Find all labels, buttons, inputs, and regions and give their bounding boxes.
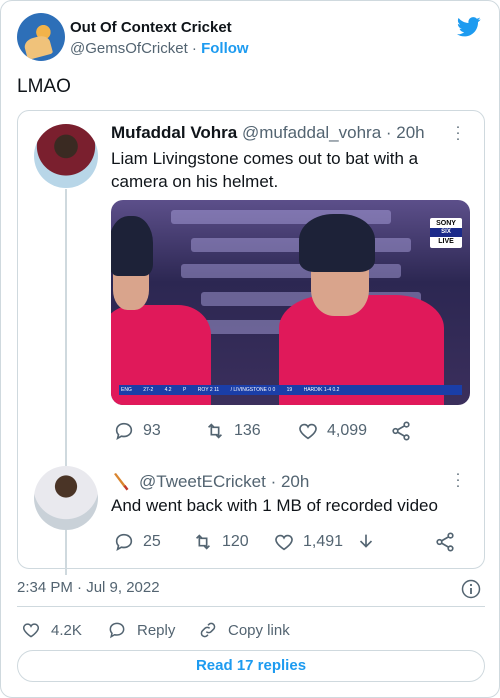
quote2-download-button[interactable] [355, 531, 377, 553]
score-bowler: HARDIK 1-4 0.2 [303, 387, 340, 393]
score-runs: 27-2 [143, 387, 154, 393]
score-batter2: / LIVINGSTONE 0 0 [230, 387, 276, 393]
retweet-count: 136 [234, 422, 261, 439]
like-count: 4,099 [327, 422, 368, 439]
like-icon [22, 623, 40, 638]
more-icon[interactable]: · · · [454, 119, 462, 146]
reply-icon [109, 622, 125, 639]
embedded-tweet-card: Out Of Context Cricket @GemsOfCricket · … [0, 0, 500, 698]
retweet-icon [207, 423, 223, 439]
quote1-reply-button[interactable]: 93 [113, 420, 161, 442]
like-count: 4.2K [51, 621, 82, 639]
reply-count: 93 [143, 422, 161, 439]
author-name[interactable]: Out Of Context Cricket [70, 19, 232, 36]
quote2-retweet-button[interactable]: 120 [192, 531, 249, 553]
tweet-text: LMAO [17, 76, 71, 97]
quote2-avatar[interactable] [34, 466, 98, 530]
avatar[interactable] [17, 13, 65, 61]
live-label: LIVE [438, 238, 454, 245]
tweet-header: Out Of Context Cricket @GemsOfCricket · … [17, 13, 485, 63]
info-icon[interactable] [461, 579, 481, 599]
retweet-icon [195, 534, 211, 550]
tweet-timestamp[interactable]: 2:34 PM · Jul 9, 2022 [17, 579, 160, 596]
twitter-bird-icon[interactable] [457, 17, 481, 37]
score-target: 19 [286, 387, 293, 393]
score-batter1: ROY 2 11 [197, 387, 220, 393]
broadcaster-logo: SONY SIX LIVE [430, 218, 462, 248]
quote1-text: Liam Livingstone comes out to bat with a… [111, 149, 419, 191]
follow-button[interactable]: Follow [201, 40, 249, 57]
like-icon [275, 534, 293, 551]
download-icon [359, 534, 373, 548]
share-icon [392, 421, 410, 441]
quoted-thread[interactable]: Mufaddal Vohra @mufaddal_vohra · 20h · · ·… [17, 110, 485, 575]
six-label: SIX [430, 228, 462, 237]
sony-label: SONY [436, 220, 456, 227]
quote2-text: And went back with 1 MB of recorded vide… [111, 496, 438, 515]
quote1-retweet-button[interactable]: 136 [204, 420, 261, 442]
reply-icon [115, 422, 133, 441]
read-replies-button[interactable]: Read 17 replies [17, 650, 485, 682]
separator: · [187, 40, 202, 57]
quote1-header: Mufaddal Vohra @mufaddal_vohra · 20h [111, 123, 425, 143]
like-count: 1,491 [303, 533, 344, 550]
author-handle[interactable]: @GemsOfCricket [70, 40, 188, 57]
link-icon [200, 622, 216, 638]
share-icon [436, 532, 454, 552]
reply-label: Reply [137, 621, 176, 639]
retweet-count: 120 [222, 533, 249, 550]
copy-link-button[interactable]: Copy link [198, 620, 290, 640]
score-overs: 4.2 [164, 387, 172, 393]
reply-count: 25 [143, 533, 161, 550]
reply-button[interactable]: Reply [107, 620, 175, 640]
quote2-reply-button[interactable]: 25 [113, 531, 161, 553]
like-icon [299, 423, 317, 440]
more-icon[interactable]: · · · [454, 466, 462, 493]
quote1-media-image[interactable]: SONY SIX LIVE ENG 27-2 4.2 P ROY 2 11 / … [111, 200, 470, 405]
quote2-handle-time[interactable]: @TweetECricket · 20h [139, 472, 309, 492]
quote2-share-button[interactable] [434, 531, 456, 553]
quote1-share-button[interactable] [390, 420, 412, 442]
author-handle-row: @GemsOfCricket · Follow [70, 40, 249, 57]
quote1-handle-time[interactable]: @mufaddal_vohra · 20h [242, 123, 425, 142]
cricket-bat-icon [114, 473, 129, 491]
quote2-like-button[interactable]: 1,491 [273, 531, 343, 553]
quote1-like-button[interactable]: 4,099 [297, 420, 367, 442]
copy-link-label: Copy link [228, 621, 290, 639]
quote2-header: @TweetECricket · 20h [111, 472, 309, 492]
divider [17, 606, 485, 607]
quote1-avatar[interactable] [34, 124, 98, 188]
reply-icon [115, 533, 133, 552]
scorebar: ENG 27-2 4.2 P ROY 2 11 / LIVINGSTONE 0 … [119, 385, 462, 395]
like-button[interactable]: 4.2K [21, 620, 82, 640]
quote1-author-name[interactable]: Mufaddal Vohra [111, 123, 237, 142]
score-powerplay: P [182, 387, 187, 393]
score-team: ENG [121, 387, 132, 393]
